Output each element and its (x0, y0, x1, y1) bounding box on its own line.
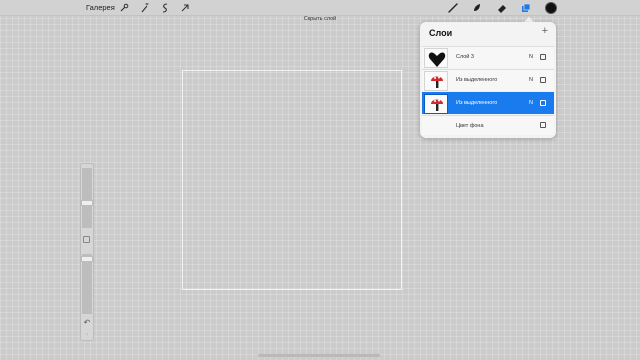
opacity-handle[interactable] (81, 256, 93, 262)
brush-icon[interactable] (447, 2, 459, 14)
mushroom-thumbnail (424, 71, 448, 91)
move-arrow-icon[interactable] (179, 2, 191, 14)
blend-mode-button[interactable]: N (529, 100, 533, 106)
brush-size-handle[interactable] (81, 200, 93, 206)
smudge-icon[interactable] (471, 2, 483, 14)
canvas-area[interactable] (182, 70, 402, 290)
layer-name: Из выделенного (456, 100, 498, 106)
opacity-slider[interactable] (82, 254, 92, 314)
add-layer-button[interactable]: + (542, 25, 548, 37)
visibility-checkbox[interactable] (540, 122, 546, 128)
redo-icon[interactable]: › (82, 331, 92, 339)
layer-row[interactable]: Из выделенного N (422, 69, 554, 91)
visibility-checkbox[interactable] (540, 77, 546, 83)
layers-panel-title: Слои (429, 28, 453, 38)
modify-square-icon[interactable] (83, 236, 90, 243)
selection-icon[interactable] (159, 2, 171, 14)
top-toolbar: Галерея (0, 0, 640, 16)
background-color-row[interactable]: Цвет фона (422, 115, 554, 135)
blend-mode-button[interactable]: N (529, 54, 533, 60)
undo-icon[interactable]: ↶ (82, 318, 92, 328)
home-indicator (258, 354, 380, 357)
layer-row-selected[interactable]: Из выделенного N (422, 92, 554, 114)
layer-row[interactable]: Слой 3 N (422, 46, 554, 68)
mushroom-thumbnail (424, 94, 448, 114)
layer-name: Из выделенного (456, 77, 498, 83)
visibility-checkbox[interactable] (540, 100, 546, 106)
wrench-icon[interactable] (118, 2, 130, 14)
brush-size-slider[interactable] (82, 168, 92, 228)
layers-icon[interactable] (520, 2, 532, 14)
gallery-button[interactable]: Галерея (86, 3, 115, 12)
magic-wand-icon[interactable] (139, 2, 151, 14)
color-swatch[interactable] (545, 2, 557, 14)
eraser-icon[interactable] (496, 2, 508, 14)
layer-name: Слой 3 (456, 54, 474, 60)
layers-panel: Слои + Слой 3 N Из выделенного N Из выде… (420, 22, 556, 138)
layer-name: Цвет фона (456, 123, 484, 129)
visibility-checkbox[interactable] (540, 54, 546, 60)
heart-thumbnail (424, 48, 448, 68)
blend-mode-button[interactable]: N (529, 77, 533, 83)
